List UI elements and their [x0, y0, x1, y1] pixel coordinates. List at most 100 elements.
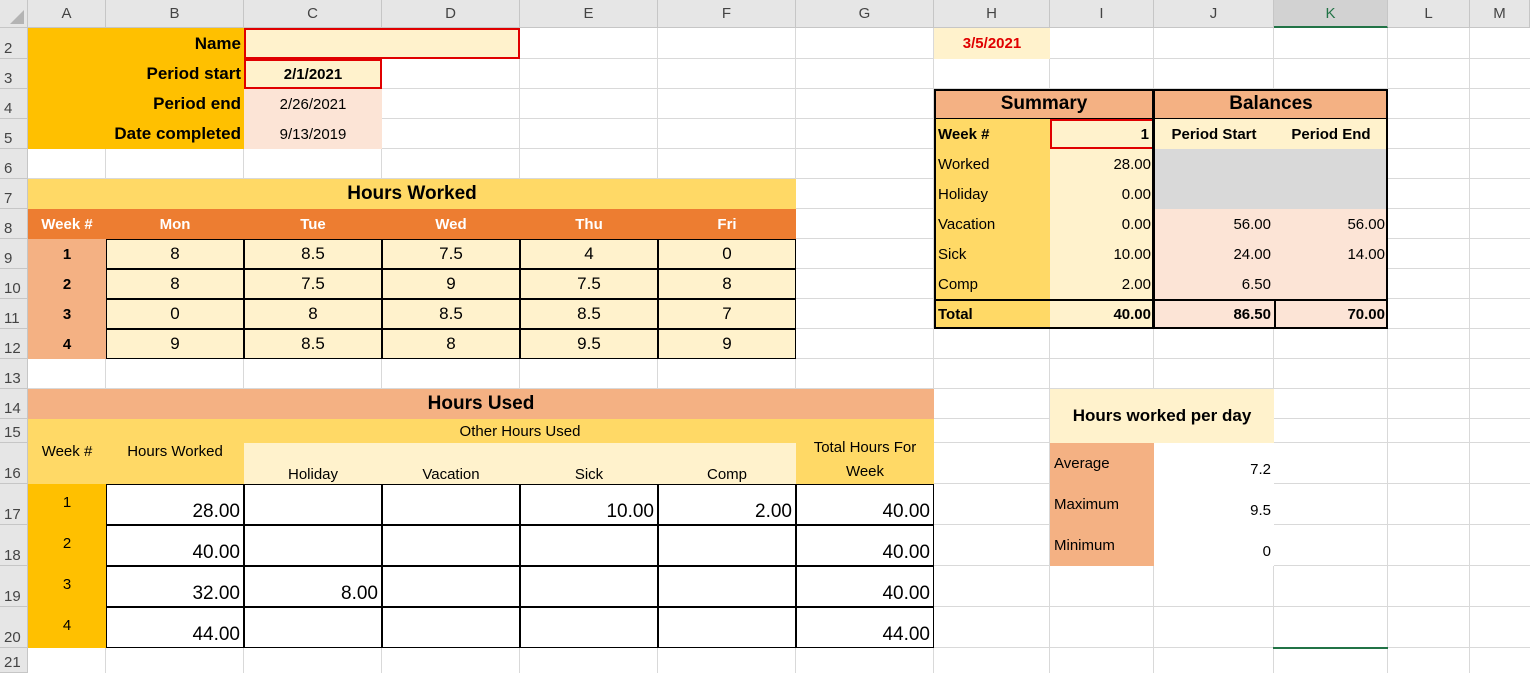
summary-value-sick[interactable]: 10.00	[1050, 239, 1154, 269]
column-header-l[interactable]: L	[1388, 0, 1470, 28]
hours-used-worked[interactable]: 32.00	[106, 566, 244, 607]
hours-used-comp[interactable]	[658, 607, 796, 648]
week-number[interactable]: 2	[28, 269, 106, 299]
row-header-6[interactable]: 6	[0, 149, 28, 179]
column-header-e[interactable]: E	[520, 0, 658, 28]
summary-label-holiday[interactable]: Holiday	[934, 179, 1050, 209]
per-day-label-minimum[interactable]: Minimum	[1050, 525, 1154, 566]
hours-cell[interactable]: 7.5	[520, 269, 658, 299]
balances-gray-block[interactable]	[1154, 149, 1388, 209]
sub-header-comp[interactable]: Comp	[658, 443, 796, 484]
row-header-15[interactable]: 15	[0, 419, 28, 443]
spreadsheet-grid[interactable]: A B C D E F G H I J K L M 2 3 4 5 6 7 8 9 10 11 12 13 14 15 16 17 18 1…	[0, 0, 1530, 673]
hours-cell[interactable]: 8.5	[520, 299, 658, 329]
balance-sick-end[interactable]: 14.00	[1274, 239, 1388, 269]
balance-vacation-start[interactable]: 56.00	[1154, 209, 1274, 239]
other-hours-used-label[interactable]: Other Hours Used	[244, 419, 796, 443]
hours-cell[interactable]: 8.5	[244, 239, 382, 269]
date-completed-label[interactable]: Date completed	[106, 119, 244, 149]
row-header-8[interactable]: 8	[0, 209, 28, 239]
date-completed-value[interactable]: 9/13/2019	[244, 119, 382, 149]
hours-cell[interactable]: 4	[520, 239, 658, 269]
row-header-21[interactable]: 21	[0, 648, 28, 673]
per-day-label-average[interactable]: Average	[1050, 443, 1154, 484]
hours-used-holiday[interactable]: 8.00	[244, 566, 382, 607]
per-day-label-maximum[interactable]: Maximum	[1050, 484, 1154, 525]
name-label[interactable]: Name	[106, 28, 244, 59]
row-header-2[interactable]: 2	[0, 28, 28, 59]
hours-used-holiday[interactable]	[244, 607, 382, 648]
hours-used-vacation[interactable]	[382, 525, 520, 566]
select-all-corner[interactable]	[0, 0, 28, 28]
row-header-16[interactable]: 16	[0, 443, 28, 484]
week-number[interactable]: 1	[28, 239, 106, 269]
row-header-12[interactable]: 12	[0, 329, 28, 359]
hours-cell[interactable]: 7	[658, 299, 796, 329]
hours-worked-header-week[interactable]: Week #	[28, 209, 106, 239]
column-header-b[interactable]: B	[106, 0, 244, 28]
row-header-9[interactable]: 9	[0, 239, 28, 269]
hours-used-vacation[interactable]	[382, 566, 520, 607]
hours-worked-header-mon[interactable]: Mon	[106, 209, 244, 239]
summary-week-label[interactable]: Week #	[934, 119, 1050, 149]
balance-comp-end[interactable]	[1274, 269, 1388, 299]
hours-used-week[interactable]: 2	[28, 525, 106, 566]
hours-cell[interactable]: 7.5	[382, 239, 520, 269]
column-header-h[interactable]: H	[934, 0, 1050, 28]
column-header-a[interactable]: A	[28, 0, 106, 28]
column-header-j[interactable]: J	[1154, 0, 1274, 28]
hours-used-holiday[interactable]	[244, 484, 382, 525]
row-header-7[interactable]: 7	[0, 179, 28, 209]
active-cell[interactable]	[1273, 647, 1388, 651]
column-header-c[interactable]: C	[244, 0, 382, 28]
hours-used-worked[interactable]: 44.00	[106, 607, 244, 648]
balances-title[interactable]: Balances	[1154, 89, 1388, 119]
row-header-13[interactable]: 13	[0, 359, 28, 389]
summary-value-vacation[interactable]: 0.00	[1050, 209, 1154, 239]
column-header-g[interactable]: G	[796, 0, 934, 28]
summary-label-vacation[interactable]: Vacation	[934, 209, 1050, 239]
hours-used-comp[interactable]	[658, 525, 796, 566]
sub-header-sick[interactable]: Sick	[520, 443, 658, 484]
hours-cell[interactable]: 8	[106, 269, 244, 299]
hours-cell[interactable]: 0	[658, 239, 796, 269]
summary-label-comp[interactable]: Comp	[934, 269, 1050, 299]
hours-used-vacation[interactable]	[382, 484, 520, 525]
hours-used-sick[interactable]: 10.00	[520, 484, 658, 525]
per-day-value-maximum[interactable]: 9.5	[1154, 484, 1274, 525]
hours-used-week[interactable]: 3	[28, 566, 106, 607]
per-day-title[interactable]: Hours worked per day	[1050, 389, 1274, 443]
hours-used-total[interactable]: 44.00	[796, 607, 934, 648]
hours-worked-header-tue[interactable]: Tue	[244, 209, 382, 239]
hours-cell[interactable]: 8	[244, 299, 382, 329]
hours-used-vacation[interactable]	[382, 607, 520, 648]
week-number[interactable]: 4	[28, 329, 106, 359]
hours-used-comp[interactable]: 2.00	[658, 484, 796, 525]
hours-worked-header-fri[interactable]: Fri	[658, 209, 796, 239]
row-header-17[interactable]: 17	[0, 484, 28, 525]
hours-cell[interactable]: 0	[106, 299, 244, 329]
balances-period-start-label[interactable]: Period Start	[1154, 119, 1274, 149]
hours-used-sick[interactable]	[520, 607, 658, 648]
hours-cell[interactable]: 8	[106, 239, 244, 269]
summary-value-holiday[interactable]: 0.00	[1050, 179, 1154, 209]
balance-comp-start[interactable]: 6.50	[1154, 269, 1274, 299]
summary-label-worked[interactable]: Worked	[934, 149, 1050, 179]
summary-value-comp[interactable]: 2.00	[1050, 269, 1154, 299]
week-number[interactable]: 3	[28, 299, 106, 329]
summary-label-sick[interactable]: Sick	[934, 239, 1050, 269]
period-start-label[interactable]: Period start	[106, 59, 244, 89]
hours-used-week[interactable]: 1	[28, 484, 106, 525]
hours-used-worked[interactable]: 28.00	[106, 484, 244, 525]
summary-label-total[interactable]: Total	[934, 299, 1050, 329]
hours-worked-title[interactable]: Hours Worked	[28, 179, 796, 209]
balance-total-start[interactable]: 86.50	[1154, 299, 1274, 329]
balance-total-end[interactable]: 70.00	[1274, 299, 1388, 329]
hours-used-comp[interactable]	[658, 566, 796, 607]
hours-cell[interactable]: 8	[382, 329, 520, 359]
period-end-label[interactable]: Period end	[106, 89, 244, 119]
row-header-11[interactable]: 11	[0, 299, 28, 329]
column-header-d[interactable]: D	[382, 0, 520, 28]
column-header-f[interactable]: F	[658, 0, 796, 28]
balance-vacation-end[interactable]: 56.00	[1274, 209, 1388, 239]
